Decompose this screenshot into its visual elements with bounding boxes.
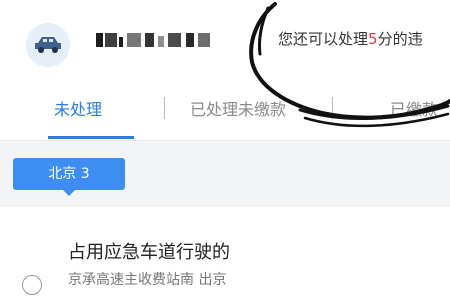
points-count: 5 bbox=[368, 30, 378, 48]
status-tabs: 未处理 已处理未缴款 已缴款 bbox=[0, 82, 450, 141]
tab-divider bbox=[164, 97, 165, 119]
tab-paid[interactable]: 已缴款 bbox=[390, 96, 438, 120]
remaining-points-notice: 您还可以处理5分的违 bbox=[278, 28, 423, 49]
car-avatar bbox=[26, 23, 70, 67]
car-icon bbox=[35, 37, 61, 53]
violation-title: 占用应急车道行驶的 bbox=[68, 242, 230, 263]
header: 您还可以处理5分的违 bbox=[0, 0, 450, 82]
violation-location: 京承高速主收费站南 出京 bbox=[68, 272, 227, 288]
select-radio[interactable] bbox=[22, 275, 42, 295]
tab-processed-unpaid[interactable]: 已处理未缴款 bbox=[190, 96, 286, 120]
violation-app: 您还可以处理5分的违 未处理 已处理未缴款 已缴款 北京 3 占用应急车道行驶的… bbox=[0, 0, 450, 300]
violation-item[interactable]: 占用应急车道行驶的 京承高速主收费站南 出京 bbox=[0, 207, 450, 300]
tab-divider bbox=[332, 97, 333, 119]
tab-unprocessed[interactable]: 未处理 bbox=[54, 96, 102, 120]
city-group-tag[interactable]: 北京 3 bbox=[13, 158, 125, 196]
notice-prefix: 您还可以处理 bbox=[278, 30, 369, 48]
license-plate-obscured bbox=[96, 33, 214, 47]
notice-suffix: 分的违 bbox=[377, 30, 423, 48]
active-tab-underline bbox=[48, 136, 134, 139]
